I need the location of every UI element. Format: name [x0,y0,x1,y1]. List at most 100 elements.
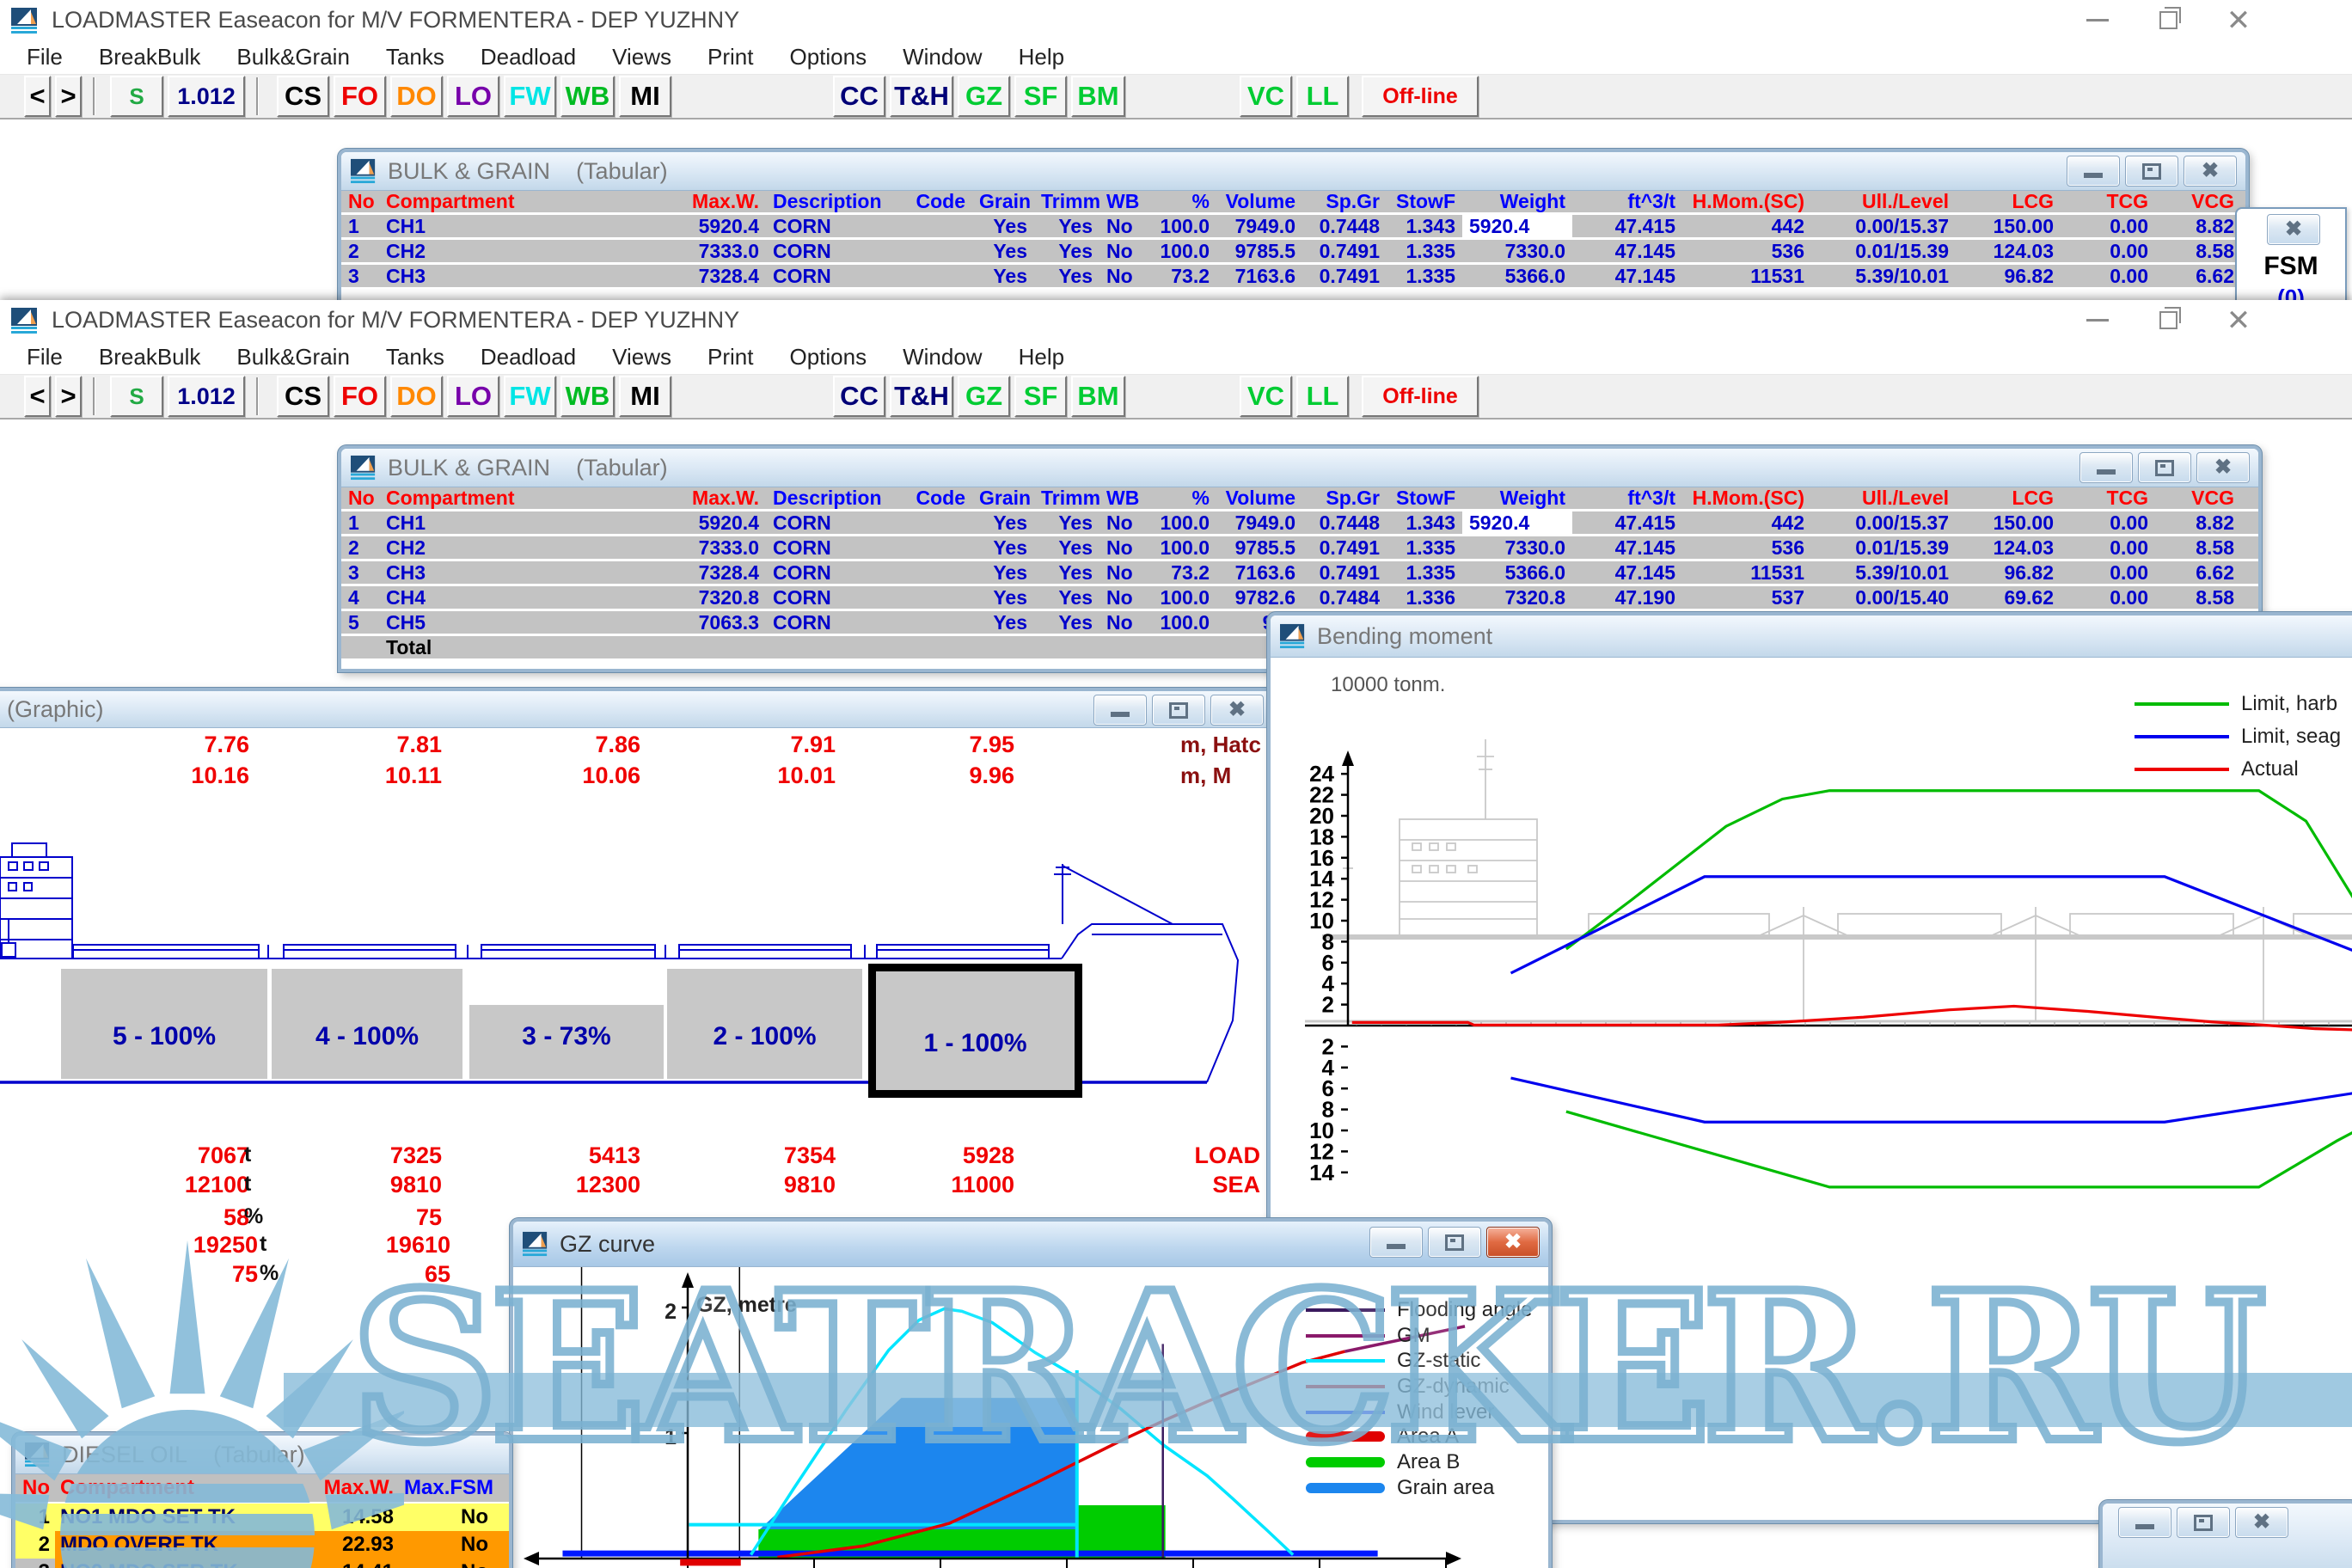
column-header[interactable]: TCG [2061,487,2155,509]
column-header[interactable]: Code [908,487,972,509]
menu-item-help[interactable]: Help [1001,344,1082,371]
column-header[interactable]: WB [1099,487,1149,509]
bending-titlebar[interactable]: Bending moment [1271,616,2352,658]
menu-item-print[interactable]: Print [689,344,771,371]
toolbar-button-th[interactable]: T&H [890,76,953,117]
toolbar-button-sf[interactable]: SF [1014,76,1067,117]
toolbar-button-bm[interactable]: BM [1071,76,1125,117]
restore-button[interactable] [2146,303,2190,338]
column-header[interactable]: Code [908,191,972,212]
graphic-titlebar[interactable]: (Graphic) [0,691,1272,728]
table-row[interactable]: 4CH47320.8CORNYesYesNo100.09782.60.74841… [341,586,2258,611]
menu-item-deadload[interactable]: Deadload [462,344,594,371]
toolbar-button-fo[interactable]: FO [334,376,386,417]
column-header[interactable]: Compartment [379,191,637,212]
menu-item-views[interactable]: Views [594,44,689,70]
toolbar-button-[interactable]: < [24,376,51,417]
toolbar-button-ll[interactable]: LL [1296,76,1349,117]
close-button[interactable] [2216,3,2261,38]
menu-item-options[interactable]: Options [772,344,885,371]
column-header[interactable]: Compartment [379,487,637,509]
menu-item-tanks[interactable]: Tanks [368,344,462,371]
table-row[interactable]: 2CH27333.0CORNYesYesNo100.09785.50.74911… [341,240,2245,265]
toolbar-button-vc[interactable]: VC [1240,376,1292,417]
toolbar-button-[interactable]: > [55,376,82,417]
column-header[interactable]: Weight [1462,191,1572,212]
cargo-hold-5[interactable]: 5 - 100% [61,969,267,1079]
restore-button[interactable] [2138,452,2191,483]
column-header[interactable]: Volume [1216,487,1302,509]
toolbar-button-bm[interactable]: BM [1071,376,1125,417]
menu-item-window[interactable]: Window [885,344,1000,371]
toolbar-button-s[interactable]: S [110,76,163,117]
minimize-button[interactable] [1093,695,1147,726]
close-button[interactable] [2216,303,2261,338]
column-header[interactable]: Trimm [1034,191,1099,212]
column-header[interactable]: VCG [2155,191,2241,212]
toolbar-button-fo[interactable]: FO [334,76,386,117]
toolbar-button-mi[interactable]: MI [619,376,671,417]
column-header[interactable]: TCG [2061,191,2155,212]
column-header[interactable]: StowF [1387,487,1462,509]
table-row[interactable]: 3CH37328.4CORNYesYesNo73.27163.60.74911.… [341,561,2258,586]
column-header[interactable]: ft^3/t [1572,191,1682,212]
toolbar-button-gz[interactable]: GZ [958,376,1010,417]
menu-item-window[interactable]: Window [885,44,1000,70]
selected-cell[interactable]: 5920.4 [1462,215,1572,237]
menu-item-tanks[interactable]: Tanks [368,44,462,70]
toolbar-button-fw[interactable]: FW [504,376,556,417]
close-button[interactable] [2235,1507,2288,1538]
column-header[interactable]: Weight [1462,487,1572,509]
close-icon[interactable] [2267,214,2320,245]
menu-item-options[interactable]: Options [772,44,885,70]
toolbar-button-1012[interactable]: 1.012 [168,376,245,417]
table-row[interactable]: 1CH15920.4CORNYesYesNo100.07949.00.74481… [341,511,2258,536]
bulk-grain-titlebar[interactable]: BULK & GRAIN(Tabular) [341,152,2245,191]
column-header[interactable]: StowF [1387,191,1462,212]
column-header[interactable]: VCG [2155,487,2241,509]
column-header[interactable]: % [1149,191,1216,212]
menu-item-bulkgrain[interactable]: Bulk&Grain [218,344,368,371]
close-button[interactable] [1210,695,1264,726]
column-header[interactable]: No [341,191,379,212]
menu-item-file[interactable]: File [9,44,81,70]
minimize-button[interactable] [2075,303,2120,338]
menu-item-help[interactable]: Help [1001,44,1082,70]
column-header[interactable]: Description [766,191,908,212]
toolbar-button-wb[interactable]: WB [560,376,615,417]
column-header[interactable]: Ull./Level [1811,487,1956,509]
column-header[interactable]: Sp.Gr [1302,487,1387,509]
cargo-hold-1[interactable]: 1 - 100% [868,964,1082,1098]
minimize-button[interactable] [2067,156,2120,187]
minimize-button[interactable] [2075,3,2120,38]
column-header[interactable]: % [1149,487,1216,509]
column-header[interactable]: WB [1099,191,1149,212]
toolbar-button-[interactable]: > [55,76,82,117]
menu-item-print[interactable]: Print [689,44,771,70]
toolbar-button-s[interactable]: S [110,376,163,417]
menu-item-breakbulk[interactable]: BreakBulk [81,344,219,371]
column-header[interactable]: LCG [1956,487,2061,509]
toolbar-button-wb[interactable]: WB [560,76,615,117]
column-header[interactable]: Volume [1216,191,1302,212]
toolbar-button-offline[interactable]: Off-line [1362,76,1479,117]
column-header[interactable]: H.Mom.(SC) [1682,487,1811,509]
toolbar-button-cc[interactable]: CC [833,376,885,417]
toolbar-button-lo[interactable]: LO [447,76,499,117]
restore-button[interactable] [2125,156,2178,187]
toolbar-button-cs[interactable]: CS [277,376,329,417]
column-header[interactable]: Ull./Level [1811,191,1956,212]
column-header[interactable]: Description [766,487,908,509]
column-header[interactable]: Max.W. [637,191,766,212]
toolbar-button-cc[interactable]: CC [833,76,885,117]
menu-item-deadload[interactable]: Deadload [462,44,594,70]
table-row[interactable]: 2CH27333.0CORNYesYesNo100.09785.50.74911… [341,536,2258,561]
column-header[interactable]: Max.W. [637,487,766,509]
toolbar-button-do[interactable]: DO [390,376,443,417]
table-row[interactable]: 1CH15920.4CORNYesYesNo100.07949.00.74481… [341,215,2245,240]
selected-cell[interactable]: 5920.4 [1462,511,1572,534]
menu-item-views[interactable]: Views [594,344,689,371]
toolbar-button-sf[interactable]: SF [1014,376,1067,417]
column-header[interactable]: Sp.Gr [1302,191,1387,212]
cargo-hold-4[interactable]: 4 - 100% [272,969,462,1079]
